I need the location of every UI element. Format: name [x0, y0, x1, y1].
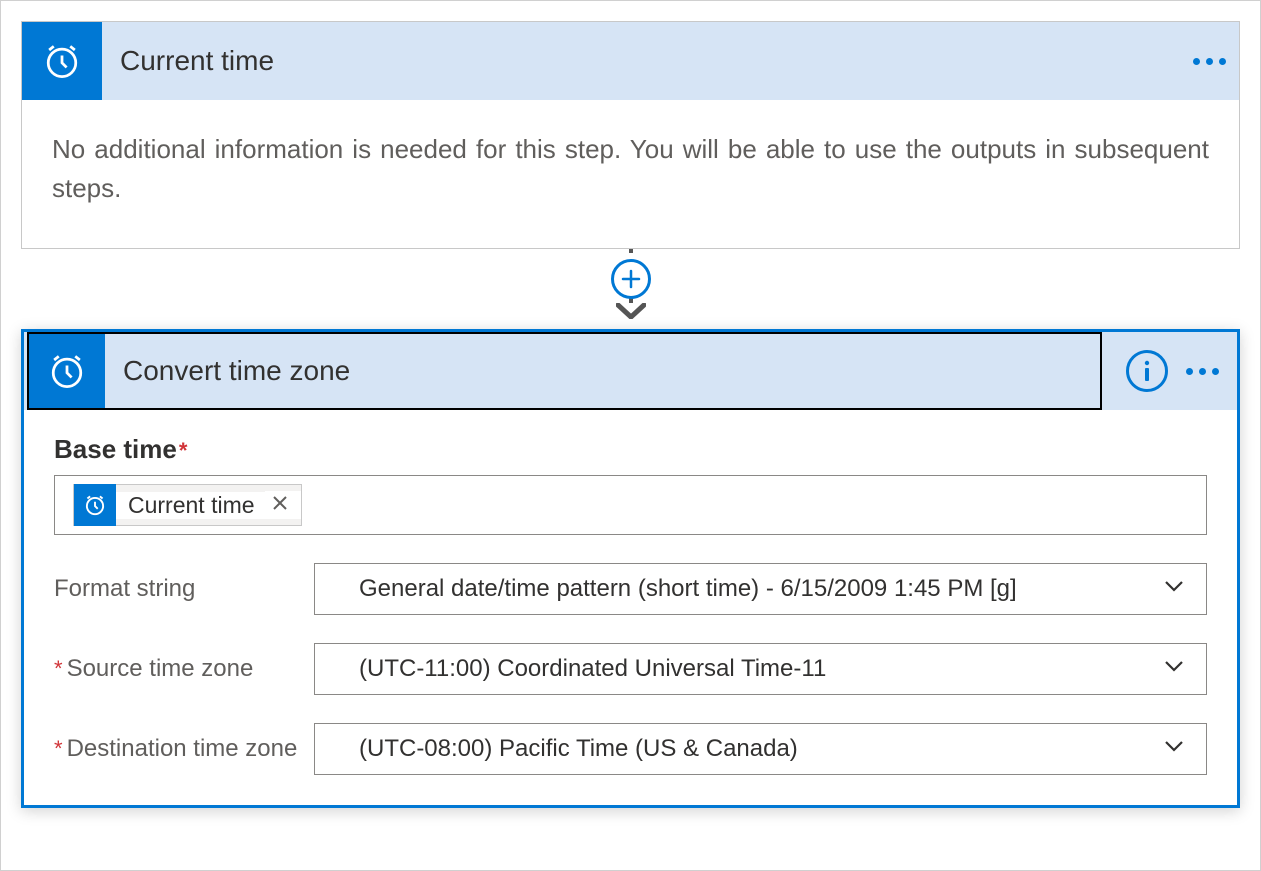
clock-icon: [22, 22, 102, 100]
base-time-label: Base time*: [54, 434, 1207, 465]
step-title: Convert time zone: [105, 355, 1100, 387]
step-body: No additional information is needed for …: [22, 100, 1239, 248]
destination-time-zone-select[interactable]: (UTC-08:00) Pacific Time (US & Canada): [314, 723, 1207, 775]
select-value: (UTC-08:00) Pacific Time (US & Canada): [359, 735, 798, 763]
dynamic-content-token[interactable]: Current time: [73, 484, 302, 526]
arrow-down-icon: [616, 303, 646, 319]
chevron-down-icon: [1162, 734, 1186, 765]
step-title: Current time: [102, 45, 1179, 77]
step-card-current-time: Current time No additional information i…: [21, 21, 1240, 249]
format-string-label: Format string: [54, 575, 314, 603]
clock-icon: [74, 484, 116, 526]
select-value: (UTC-11:00) Coordinated Universal Time-1…: [359, 655, 826, 683]
step-card-convert-time-zone: Convert time zone Base time*: [21, 329, 1240, 808]
source-time-zone-select[interactable]: (UTC-11:00) Coordinated Universal Time-1…: [314, 643, 1207, 695]
connector: [21, 249, 1240, 329]
token-label: Current time: [116, 492, 265, 519]
step-header[interactable]: Current time: [22, 22, 1239, 100]
info-icon[interactable]: [1126, 350, 1168, 392]
step-header[interactable]: Convert time zone: [24, 332, 1237, 410]
select-value: General date/time pattern (short time) -…: [359, 575, 1017, 603]
clock-icon: [29, 334, 105, 408]
more-menu-button[interactable]: [1179, 22, 1239, 100]
workflow-canvas: Current time No additional information i…: [0, 0, 1261, 871]
more-menu-button[interactable]: [1186, 368, 1219, 375]
source-time-zone-label: *Source time zone: [54, 655, 314, 683]
token-remove-button[interactable]: [265, 491, 301, 519]
destination-time-zone-label: *Destination time zone: [54, 735, 314, 763]
base-time-input[interactable]: Current time: [54, 475, 1207, 535]
step-form: Base time* Current time: [24, 410, 1237, 805]
format-string-select[interactable]: General date/time pattern (short time) -…: [314, 563, 1207, 615]
chevron-down-icon: [1162, 574, 1186, 605]
chevron-down-icon: [1162, 654, 1186, 685]
step-info-text: No additional information is needed for …: [52, 130, 1209, 208]
add-step-button[interactable]: [611, 259, 651, 299]
